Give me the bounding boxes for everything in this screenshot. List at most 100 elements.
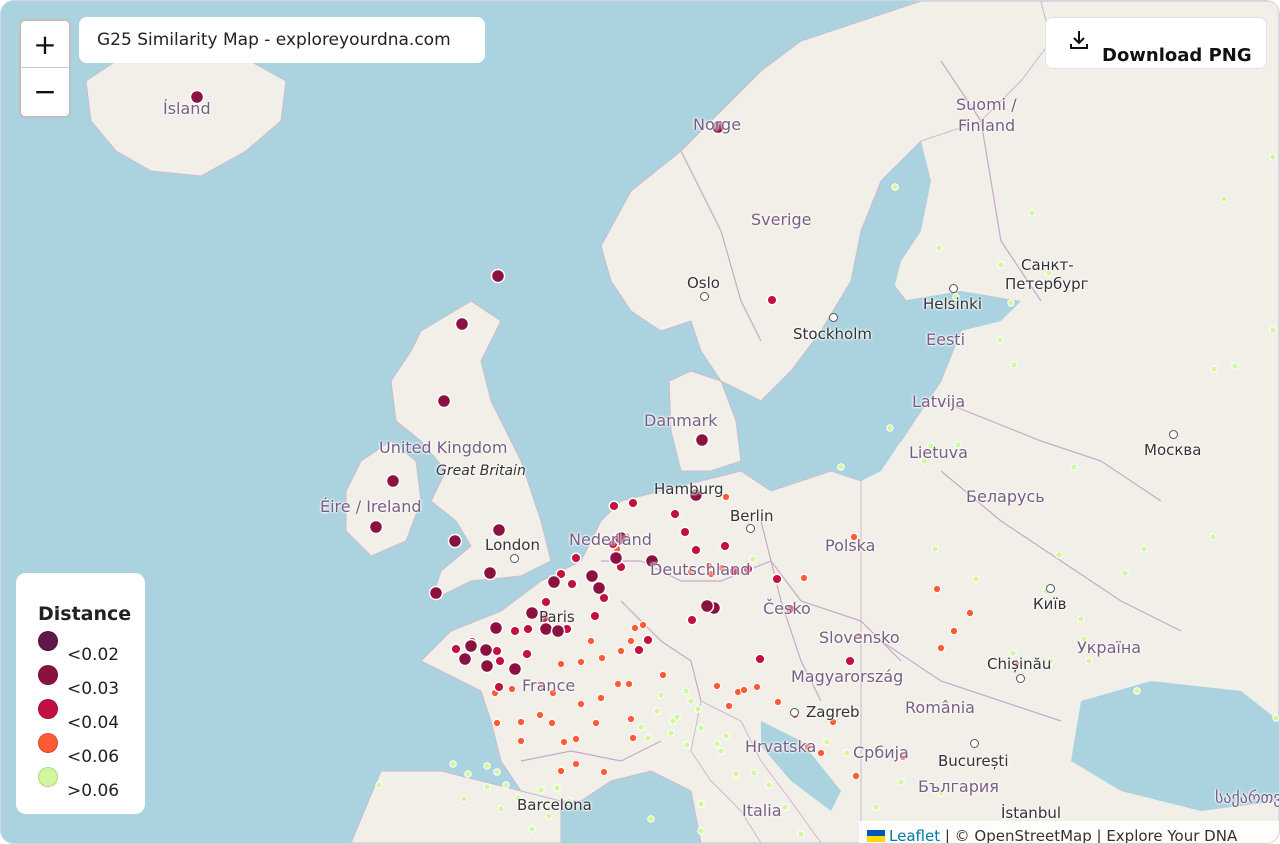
sample-marker[interactable] xyxy=(428,585,444,601)
sample-marker[interactable] xyxy=(935,244,943,252)
sample-marker[interactable] xyxy=(630,623,640,633)
sample-marker[interactable] xyxy=(633,644,645,656)
sample-marker[interactable] xyxy=(690,544,702,556)
sample-marker[interactable] xyxy=(571,759,581,769)
sample-marker[interactable] xyxy=(1133,687,1141,695)
sample-marker[interactable] xyxy=(722,732,730,740)
sample-marker[interactable] xyxy=(765,781,773,789)
sample-marker[interactable] xyxy=(368,519,384,535)
sample-marker[interactable] xyxy=(454,316,470,332)
sample-marker[interactable] xyxy=(797,830,805,838)
sample-marker[interactable] xyxy=(483,762,491,770)
sample-marker[interactable] xyxy=(694,705,702,713)
sample-marker[interactable] xyxy=(1085,657,1093,665)
sample-marker[interactable] xyxy=(1210,365,1218,373)
sample-marker[interactable] xyxy=(897,778,905,786)
sample-marker[interactable] xyxy=(1231,362,1239,370)
sample-marker[interactable] xyxy=(447,533,463,549)
sample-marker[interactable] xyxy=(843,749,851,757)
sample-marker[interactable] xyxy=(385,473,401,489)
sample-marker[interactable] xyxy=(616,646,626,656)
sample-marker[interactable] xyxy=(478,642,494,658)
sample-marker[interactable] xyxy=(502,781,510,789)
sample-marker[interactable] xyxy=(483,783,491,791)
sample-marker[interactable] xyxy=(732,770,740,778)
sample-marker[interactable] xyxy=(972,575,980,583)
sample-marker[interactable] xyxy=(754,653,766,665)
sample-marker[interactable] xyxy=(457,651,473,667)
sample-marker[interactable] xyxy=(1077,615,1085,623)
sample-marker[interactable] xyxy=(1028,209,1036,217)
sample-marker[interactable] xyxy=(697,800,705,808)
sample-marker[interactable] xyxy=(799,573,809,583)
sample-marker[interactable] xyxy=(949,626,959,636)
sample-marker[interactable] xyxy=(589,610,601,622)
sample-marker[interactable] xyxy=(556,659,566,669)
sample-marker[interactable] xyxy=(599,767,609,777)
sample-marker[interactable] xyxy=(851,771,861,781)
sample-marker[interactable] xyxy=(624,679,634,689)
map-canvas[interactable] xyxy=(1,1,1279,843)
sample-marker[interactable] xyxy=(566,578,578,590)
sample-marker[interactable] xyxy=(719,540,731,552)
sample-marker[interactable] xyxy=(686,614,698,626)
sample-marker[interactable] xyxy=(479,658,495,674)
sample-marker[interactable] xyxy=(997,261,1005,269)
sample-marker[interactable] xyxy=(490,268,506,284)
sample-marker[interactable] xyxy=(608,550,624,566)
sample-marker[interactable] xyxy=(739,685,749,695)
sample-marker[interactable] xyxy=(494,655,506,667)
sample-marker[interactable] xyxy=(516,717,526,727)
sample-marker[interactable] xyxy=(608,500,620,512)
sample-marker[interactable] xyxy=(626,636,636,646)
sample-marker[interactable] xyxy=(436,393,452,409)
sample-marker[interactable] xyxy=(491,522,507,538)
sample-marker[interactable] xyxy=(771,573,783,585)
sample-marker[interactable] xyxy=(591,580,607,596)
sample-marker[interactable] xyxy=(516,736,526,746)
sample-marker[interactable] xyxy=(553,784,561,792)
sample-marker[interactable] xyxy=(491,645,503,657)
sample-marker[interactable] xyxy=(547,718,557,728)
sample-marker[interactable] xyxy=(752,682,762,692)
sample-marker[interactable] xyxy=(1070,463,1078,471)
sample-marker[interactable] xyxy=(586,636,596,646)
sample-marker[interactable] xyxy=(697,827,705,835)
sample-marker[interactable] xyxy=(657,691,665,699)
sample-marker[interactable] xyxy=(556,766,566,776)
sample-marker[interactable] xyxy=(669,508,681,520)
sample-marker[interactable] xyxy=(488,620,504,636)
sample-marker[interactable] xyxy=(492,718,502,728)
sample-marker[interactable] xyxy=(524,605,540,621)
sample-marker[interactable] xyxy=(816,748,826,758)
sample-marker[interactable] xyxy=(844,655,856,667)
sample-marker[interactable] xyxy=(679,526,691,538)
sample-marker[interactable] xyxy=(521,648,533,660)
sample-marker[interactable] xyxy=(932,584,942,594)
sample-marker[interactable] xyxy=(591,718,601,728)
sample-marker[interactable] xyxy=(464,770,472,778)
leaflet-link[interactable]: Leaflet xyxy=(889,827,940,843)
sample-marker[interactable] xyxy=(647,815,655,823)
sample-marker[interactable] xyxy=(931,545,939,553)
sample-marker[interactable] xyxy=(750,769,758,777)
sample-marker[interactable] xyxy=(613,679,623,689)
sample-marker[interactable] xyxy=(507,661,523,677)
sample-marker[interactable] xyxy=(1269,153,1277,161)
sample-marker[interactable] xyxy=(872,803,880,811)
sample-marker[interactable] xyxy=(712,681,722,691)
sample-marker[interactable] xyxy=(713,740,721,748)
sample-marker[interactable] xyxy=(537,786,545,794)
sample-marker[interactable] xyxy=(571,734,581,744)
sample-marker[interactable] xyxy=(597,653,607,663)
sample-marker[interactable] xyxy=(509,625,521,637)
sample-marker[interactable] xyxy=(1209,533,1217,541)
sample-marker[interactable] xyxy=(482,565,498,581)
sample-marker[interactable] xyxy=(1121,569,1129,577)
sample-marker[interactable] xyxy=(522,623,534,635)
sample-marker[interactable] xyxy=(936,643,946,653)
sample-marker[interactable] xyxy=(694,432,710,448)
sample-marker[interactable] xyxy=(669,717,677,725)
sample-marker[interactable] xyxy=(1269,326,1277,334)
sample-marker[interactable] xyxy=(766,294,778,306)
